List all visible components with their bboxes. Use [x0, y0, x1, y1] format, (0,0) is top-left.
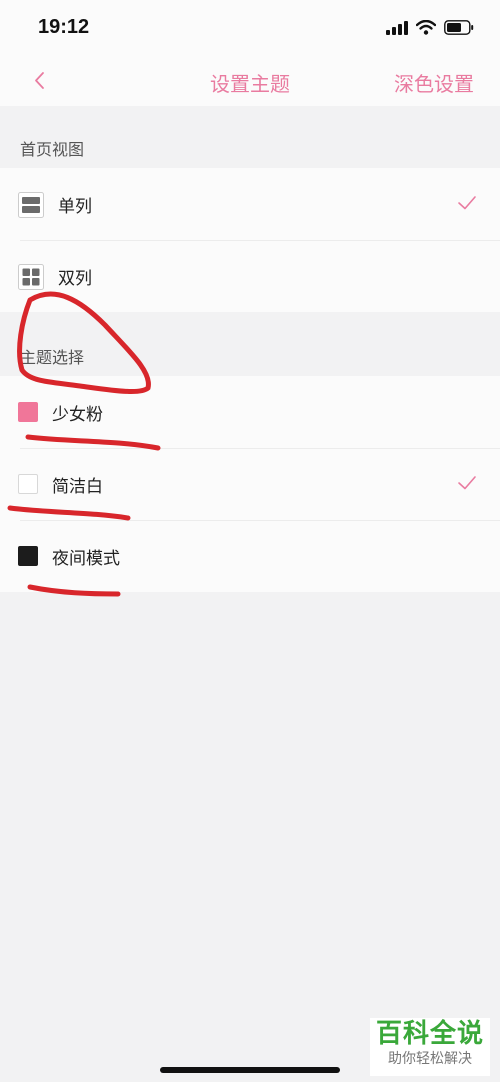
wifi-icon — [416, 20, 436, 35]
theme-night[interactable]: 夜间模式 — [0, 520, 500, 592]
section-header-home-view: 首页视图 — [20, 140, 85, 159]
option-label: 简洁白 — [52, 477, 103, 497]
single-column-icon — [18, 192, 44, 218]
nav-bar: 设置主题 深色设置 — [0, 58, 500, 106]
theme-group: 少女粉 简洁白 夜间模式 — [0, 376, 500, 592]
option-double-column[interactable]: 双列 — [0, 240, 500, 312]
watermark: 百科全说 助你轻松解决 — [370, 1018, 490, 1076]
section-header-theme: 主题选择 — [20, 348, 85, 367]
option-label: 单列 — [58, 197, 92, 217]
checkmark-icon — [458, 476, 476, 490]
signal-icon — [386, 20, 408, 35]
option-single-column[interactable]: 单列 — [0, 168, 500, 240]
watermark-subtitle: 助你轻松解决 — [388, 1051, 472, 1067]
home-view-group: 单列 双列 — [0, 168, 500, 312]
option-label: 少女粉 — [52, 405, 103, 425]
home-indicator — [160, 1067, 340, 1073]
white-swatch-icon — [18, 474, 38, 494]
option-label: 夜间模式 — [52, 549, 120, 569]
theme-white[interactable]: 简洁白 — [0, 448, 500, 520]
black-swatch-icon — [18, 546, 38, 566]
status-icons — [386, 20, 474, 35]
pink-swatch-icon — [18, 402, 38, 422]
settings-content: 首页视图 单列 双列 主题选择 少女粉 简洁白 夜间模式 — [0, 106, 500, 1082]
watermark-title: 百科全说 — [375, 1019, 484, 1049]
theme-pink[interactable]: 少女粉 — [0, 376, 500, 448]
grid-icon — [18, 264, 44, 290]
dark-settings-button[interactable]: 深色设置 — [394, 68, 474, 97]
status-bar: 19:12 — [0, 0, 500, 58]
battery-icon — [444, 20, 474, 35]
option-label: 双列 — [58, 269, 92, 289]
status-time: 19:12 — [38, 16, 90, 38]
checkmark-icon — [458, 196, 476, 210]
